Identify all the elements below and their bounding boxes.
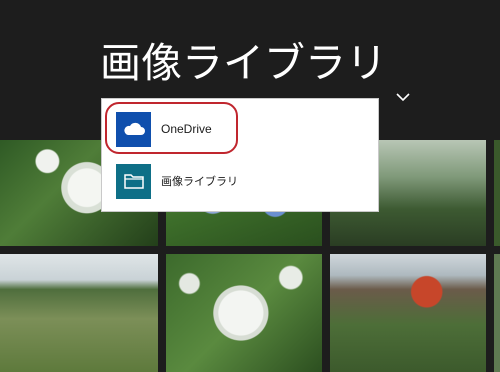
dropdown-item-label: OneDrive	[161, 122, 212, 136]
photo-tile-edge-1[interactable]	[494, 140, 500, 246]
folder-icon	[116, 163, 151, 199]
photo-tile-iris-field[interactable]	[0, 254, 158, 372]
location-dropdown: OneDrive 画像ライブラリ	[101, 98, 379, 212]
page-title[interactable]: 画像ライブラリ	[100, 38, 411, 102]
chevron-down-icon[interactable]	[395, 64, 411, 102]
dropdown-item-label: 画像ライブラリ	[161, 175, 238, 188]
photo-tile-edge-2[interactable]	[494, 254, 500, 372]
dropdown-item-onedrive[interactable]: OneDrive	[108, 107, 374, 151]
photo-tile-hydrangea-white[interactable]	[166, 254, 322, 372]
photo-tile-temple-maple[interactable]	[330, 254, 486, 372]
cloud-icon	[116, 111, 151, 147]
dropdown-item-picture-library[interactable]: 画像ライブラリ	[108, 159, 374, 203]
page-title-text[interactable]: 画像ライブラリ	[100, 38, 387, 88]
